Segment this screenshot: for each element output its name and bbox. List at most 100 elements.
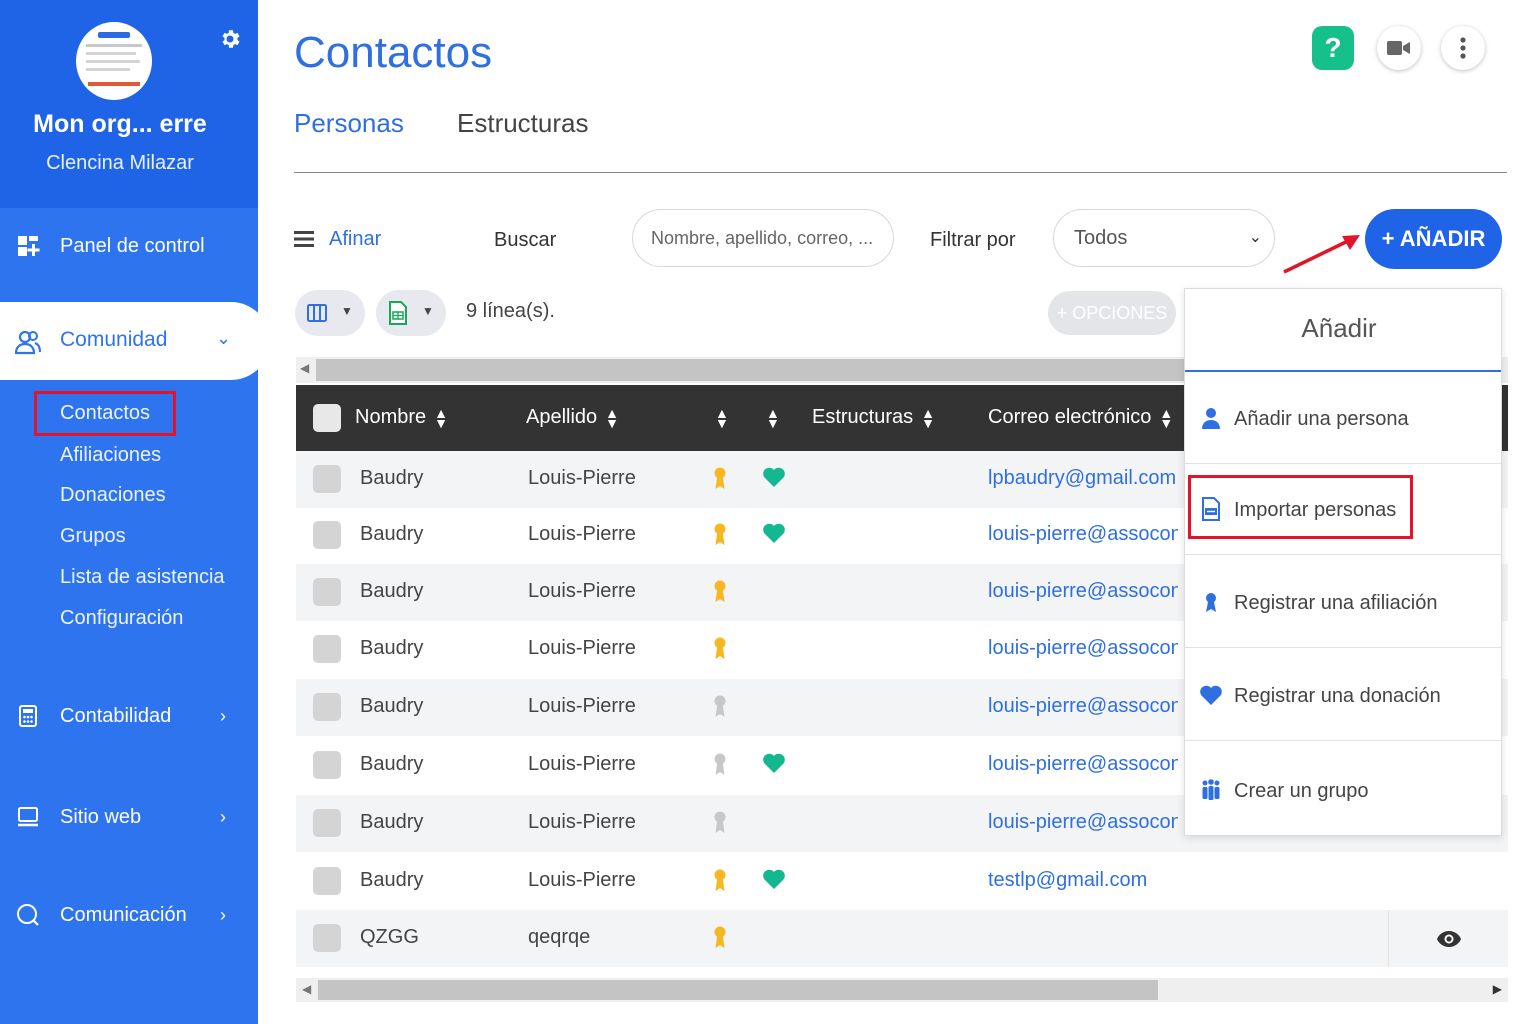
cell-email-link[interactable]: louis-pierre@assoconnect.com xyxy=(988,523,1178,546)
table-row[interactable]: Baudry Louis-Pierre testlp@gmail.com xyxy=(296,853,1508,910)
subnav-afiliaciones[interactable]: Afiliaciones xyxy=(60,444,161,467)
people-icon xyxy=(14,330,41,355)
subnav-grupos[interactable]: Grupos xyxy=(60,525,126,548)
tab-estructuras[interactable]: Estructuras xyxy=(457,108,589,139)
nav-label: Contabilidad xyxy=(60,704,172,727)
eye-icon xyxy=(1436,930,1461,947)
menu-icon xyxy=(294,231,314,247)
afinar-label: Afinar xyxy=(329,228,382,250)
tab-personas[interactable]: Personas xyxy=(294,108,404,139)
nav-sitio-web[interactable]: Sitio web › xyxy=(0,787,258,847)
cell-email-link[interactable]: louis-pierre@assoconnect.com xyxy=(988,753,1178,776)
sort-icon: ▲ ▼ xyxy=(921,404,936,431)
column-header-nombre[interactable]: Nombre ▲ ▼ xyxy=(355,406,448,430)
column-header-label: Nombre xyxy=(355,406,427,428)
row-checkbox[interactable] xyxy=(313,635,341,663)
cell-email-link[interactable]: testlp@gmail.com xyxy=(988,869,1178,892)
row-checkbox[interactable] xyxy=(313,521,341,549)
donation-heart-icon xyxy=(763,753,785,773)
cell-email-link[interactable]: louis-pierre@assoconnect.com xyxy=(988,580,1178,603)
row-checkbox[interactable] xyxy=(313,924,341,952)
menu-item-label: Añadir una persona xyxy=(1234,408,1409,430)
row-checkbox[interactable] xyxy=(313,751,341,779)
row-checkbox[interactable] xyxy=(313,465,341,493)
membership-ribbon-icon xyxy=(714,695,726,717)
donation-heart-icon xyxy=(763,523,785,543)
cell-apellido: Louis-Pierre xyxy=(528,753,636,775)
add-button[interactable]: + AÑADIR xyxy=(1365,209,1502,269)
menu-item-register-donation[interactable]: Registrar una donación xyxy=(1185,649,1501,741)
column-header-donation-sort[interactable]: ▲ ▼ xyxy=(758,406,780,430)
ribbon-icon xyxy=(1206,593,1216,612)
table-row[interactable]: QZGG qeqrqe xyxy=(296,910,1508,967)
cell-apellido: Louis-Pierre xyxy=(528,869,636,891)
column-header-correo[interactable]: Correo electrónico ▲ ▼ xyxy=(988,404,1174,431)
row-checkbox[interactable] xyxy=(313,693,341,721)
menu-item-add-person[interactable]: Añadir una persona xyxy=(1185,372,1501,464)
nav-contabilidad[interactable]: Contabilidad › xyxy=(0,686,258,746)
options-button[interactable]: + OPCIONES xyxy=(1048,291,1176,335)
column-header-estructuras[interactable]: Estructuras ▲ ▼ xyxy=(812,404,936,431)
subnav-lista-de-asistencia[interactable]: Lista de asistencia xyxy=(60,566,225,589)
view-button[interactable] xyxy=(1388,910,1508,967)
membership-ribbon-icon xyxy=(714,926,726,948)
menu-item-register-membership[interactable]: Registrar una afiliación xyxy=(1185,556,1501,648)
annotation-arrow-icon xyxy=(1283,235,1360,274)
subnav-donaciones[interactable]: Donaciones xyxy=(60,484,166,507)
nav-comunicacion[interactable]: Comunicación › xyxy=(0,885,258,945)
add-dropdown-menu: Añadir Añadir una persona Importar perso… xyxy=(1184,288,1502,836)
sort-icon: ▲ ▼ xyxy=(715,404,729,431)
nav-comunidad[interactable]: Comunidad ⌄ xyxy=(0,302,270,380)
cell-nombre: Baudry xyxy=(360,695,424,717)
columns-button[interactable]: ▼ xyxy=(295,290,365,336)
scroll-right-icon[interactable]: ▶ xyxy=(1493,982,1502,996)
scrollbar-thumb[interactable] xyxy=(318,980,1158,1000)
subnav-configuracion[interactable]: Configuración xyxy=(60,607,183,630)
search-label: Buscar xyxy=(494,229,557,251)
cell-email-link[interactable]: louis-pierre@assoconnect.com xyxy=(988,637,1178,660)
columns-icon xyxy=(307,304,327,322)
row-checkbox[interactable] xyxy=(313,809,341,837)
cell-apellido: Louis-Pierre xyxy=(528,637,636,659)
nav-panel-de-control[interactable]: Panel de control xyxy=(0,216,258,276)
cell-email-link[interactable]: louis-pierre@assoconnect.com xyxy=(988,811,1178,834)
cell-email-link[interactable]: louis-pierre@assoconnect.com xyxy=(988,695,1178,718)
help-button[interactable]: ? xyxy=(1312,26,1354,70)
column-header-membership-sort[interactable]: ▲ ▼ xyxy=(707,404,729,431)
cell-apellido: Louis-Pierre xyxy=(528,811,636,833)
membership-ribbon-icon xyxy=(714,580,726,602)
caret-down-icon: ▼ xyxy=(341,304,353,318)
group-icon xyxy=(1202,779,1220,800)
menu-item-label: Registrar una donación xyxy=(1234,685,1441,707)
caret-down-icon: ▼ xyxy=(422,304,434,318)
column-header-apellido[interactable]: Apellido ▲ ▼ xyxy=(526,404,620,431)
donation-heart-icon xyxy=(763,467,785,487)
gear-icon[interactable] xyxy=(218,27,242,51)
cell-email-link[interactable]: lpbaudry@gmail.com xyxy=(988,467,1178,490)
horizontal-scrollbar-bottom[interactable]: ◀ ▶ xyxy=(296,978,1508,1002)
filter-select[interactable]: Todos ⌄ xyxy=(1053,209,1275,267)
membership-ribbon-icon xyxy=(714,811,726,833)
row-checkbox[interactable] xyxy=(313,578,341,606)
heart-icon xyxy=(1200,685,1222,705)
scroll-left-icon[interactable]: ◀ xyxy=(302,982,311,996)
export-button[interactable]: ▼ xyxy=(376,290,446,336)
sort-icon: ▲ ▼ xyxy=(1159,404,1174,431)
sidebar: Mon org... erre Clencina Milazar Panel d… xyxy=(0,0,270,1024)
video-button[interactable] xyxy=(1377,26,1421,70)
menu-item-create-group[interactable]: Crear un grupo xyxy=(1185,744,1501,836)
scrollbar-thumb[interactable] xyxy=(316,359,1186,381)
select-all-checkbox[interactable] xyxy=(313,404,341,432)
sort-icon: ▲ ▼ xyxy=(605,404,620,431)
column-header-label: Correo electrónico xyxy=(988,406,1152,428)
more-options-button[interactable] xyxy=(1441,26,1485,70)
row-checkbox[interactable] xyxy=(313,867,341,895)
more-vertical-icon xyxy=(1460,37,1466,59)
search-input[interactable] xyxy=(632,209,894,267)
subnav-contactos[interactable]: Contactos xyxy=(60,402,150,425)
cell-nombre: QZGG xyxy=(360,926,419,948)
scroll-left-icon[interactable]: ◀ xyxy=(300,361,309,375)
nav-label: Comunidad xyxy=(60,328,168,351)
membership-ribbon-icon xyxy=(714,869,726,891)
organization-logo[interactable] xyxy=(76,22,152,100)
